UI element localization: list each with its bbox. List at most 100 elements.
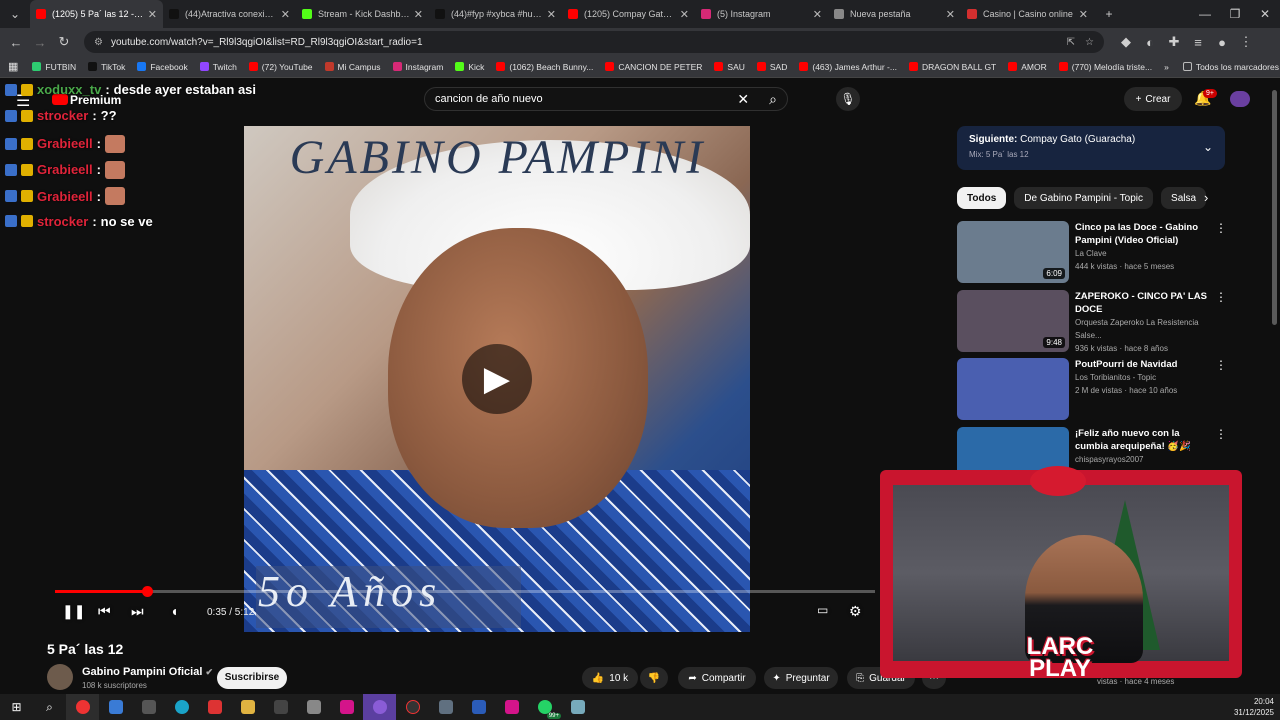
- profile-avatar[interactable]: ●: [1210, 35, 1234, 50]
- video-thumbnail[interactable]: [957, 358, 1069, 420]
- video-thumbnail[interactable]: 9:48: [957, 289, 1069, 352]
- tab-close-icon[interactable]: ✕: [547, 8, 556, 21]
- tab-3[interactable]: (44)#fyp #xybca #humor ✕: [429, 0, 562, 28]
- bookmark-item[interactable]: Twitch: [199, 62, 237, 72]
- video-title-link[interactable]: Cinco pa las Doce - Gabino Pampini (Vide…: [1075, 221, 1213, 247]
- app-4-taskbar-icon[interactable]: [330, 694, 363, 720]
- related-video[interactable]: PoutPourri de Navidad Los Toribianitos - …: [957, 358, 1227, 420]
- tab-1[interactable]: (44)Atractiva conexión en ✕: [163, 0, 296, 28]
- forward-icon[interactable]: →: [28, 35, 52, 50]
- filter-chip[interactable]: Salsa: [1161, 187, 1207, 209]
- new-tab-button[interactable]: +: [1094, 7, 1124, 21]
- bookmark-item[interactable]: (770) Melodía triste...: [1058, 62, 1152, 72]
- subtitles-icon[interactable]: ▭: [817, 603, 828, 617]
- tab-0[interactable]: (1205) 5 Pa´ las 12 - YouTube ✕: [30, 0, 163, 28]
- search-input[interactable]: cancion de año nuevo ✕ ⌕: [424, 87, 788, 111]
- all-bookmarks-folder[interactable]: Todos los marcadores: [1182, 62, 1279, 72]
- video-menu-icon[interactable]: ⋮: [1215, 221, 1227, 283]
- system-clock[interactable]: 20:04 31/12/2025: [1234, 696, 1274, 718]
- chevron-down-icon[interactable]: ⌄: [1203, 140, 1213, 154]
- big-play-icon[interactable]: ▶: [462, 344, 532, 414]
- close-window-icon[interactable]: ✕: [1250, 7, 1280, 21]
- chevron-right-icon[interactable]: ›: [1204, 190, 1208, 205]
- menu-icon[interactable]: ⋮: [1234, 34, 1258, 50]
- app-6-taskbar-icon[interactable]: [495, 694, 528, 720]
- previous-icon[interactable]: ⏮: [98, 603, 111, 620]
- start-button[interactable]: ⊞: [0, 694, 33, 720]
- tab-close-icon[interactable]: ✕: [680, 8, 689, 21]
- restore-icon[interactable]: ❐: [1220, 7, 1250, 21]
- bookmark-item[interactable]: (72) YouTube: [248, 62, 313, 72]
- app-2-taskbar-icon[interactable]: [264, 694, 297, 720]
- clear-search-icon[interactable]: ✕: [737, 91, 749, 108]
- bookmark-item[interactable]: Mi Campus: [324, 62, 381, 72]
- channel-name[interactable]: Gabino Pampini Oficial ✔: [82, 666, 213, 678]
- bookmark-item[interactable]: DRAGON BALL GT: [908, 62, 996, 72]
- minimize-icon[interactable]: —: [1190, 7, 1220, 21]
- bookmark-star-icon[interactable]: ☆: [1085, 37, 1094, 48]
- video-thumbnail[interactable]: 6:09: [957, 221, 1069, 283]
- like-button[interactable]: 👍 10 k: [582, 667, 638, 689]
- next-icon[interactable]: ⏭: [131, 603, 144, 620]
- more-bookmarks-icon[interactable]: »: [1164, 62, 1169, 72]
- video-title-link[interactable]: PoutPourri de Navidad: [1075, 358, 1213, 371]
- up-next-panel[interactable]: Siguiente: Compay Gato (Guaracha) Mix: 5…: [957, 126, 1225, 170]
- apps-grid-icon[interactable]: ▦: [8, 60, 18, 73]
- bookmark-item[interactable]: SAD: [756, 62, 787, 72]
- tab-5[interactable]: (5) Instagram ✕: [695, 0, 828, 28]
- progress-bar[interactable]: [55, 590, 875, 593]
- tab-close-icon[interactable]: ✕: [946, 8, 955, 21]
- tab-4[interactable]: (1205) Compay Gato (Gu ✕: [562, 0, 695, 28]
- bookmark-item[interactable]: Instagram: [392, 62, 443, 72]
- extension-2-icon[interactable]: ◐: [1138, 35, 1162, 50]
- related-video[interactable]: 6:09 Cinco pa las Doce - Gabino Pampini (…: [957, 221, 1227, 283]
- taskbar-search-icon[interactable]: ⌕: [33, 694, 66, 720]
- tab-close-icon[interactable]: ✕: [414, 8, 423, 21]
- reload-icon[interactable]: ↻: [52, 34, 76, 50]
- store-taskbar-icon[interactable]: [99, 694, 132, 720]
- bookmark-item[interactable]: Kick: [455, 62, 484, 72]
- bookmark-item[interactable]: (463) James Arthur -...: [799, 62, 897, 72]
- related-video[interactable]: 9:48 ZAPEROKO - CINCO PA' LAS DOCE Orquest…: [957, 289, 1227, 355]
- video-menu-icon[interactable]: ⋮: [1215, 358, 1227, 420]
- bookmark-item[interactable]: TikTok: [88, 62, 125, 72]
- tab-6[interactable]: Nueva pestaña ✕: [828, 0, 961, 28]
- voice-search-icon[interactable]: 🎙: [836, 87, 860, 111]
- address-bar[interactable]: ⚙ youtube.com/watch?v=_Rl9l3qgiOI&list=R…: [84, 31, 1104, 53]
- bookmark-item[interactable]: (1062) Beach Bunny...: [496, 62, 593, 72]
- settings-gear-icon[interactable]: ⚙: [849, 603, 862, 620]
- back-icon[interactable]: ←: [4, 35, 28, 50]
- tab-close-icon[interactable]: ✕: [281, 8, 290, 21]
- file-explorer-icon[interactable]: [231, 694, 264, 720]
- chrome-taskbar-icon[interactable]: [66, 694, 99, 720]
- extensions-puzzle-icon[interactable]: ✚: [1162, 34, 1186, 50]
- scrubber-handle[interactable]: [141, 586, 153, 597]
- page-scrollbar[interactable]: [1272, 90, 1277, 325]
- video-title-link[interactable]: ZAPEROKO - CINCO PA' LAS DOCE: [1075, 290, 1213, 316]
- filter-chip[interactable]: De Gabino Pampini - Topic: [1014, 187, 1154, 209]
- app-5-taskbar-icon[interactable]: [396, 694, 429, 720]
- tab-7[interactable]: Casino | Casino online ✕: [961, 0, 1094, 28]
- media-controls-icon[interactable]: ≡: [1186, 35, 1210, 50]
- tab-search-icon[interactable]: ⌄: [0, 7, 30, 21]
- media-taskbar-icon[interactable]: [198, 694, 231, 720]
- video-title-link[interactable]: ¡Feliz año nuevo con la cumbia arequipeñ…: [1075, 427, 1213, 453]
- install-icon[interactable]: ⇱: [1067, 37, 1075, 48]
- volume-icon[interactable]: ◖: [170, 603, 178, 619]
- tab-close-icon[interactable]: ✕: [813, 8, 822, 21]
- share-button[interactable]: ➦ Compartir: [678, 667, 756, 689]
- calculator-icon[interactable]: [429, 694, 462, 720]
- obs-taskbar-icon[interactable]: [363, 694, 396, 720]
- app-taskbar-icon[interactable]: [132, 694, 165, 720]
- bookmark-item[interactable]: Facebook: [137, 62, 188, 72]
- whatsapp-taskbar-icon[interactable]: 99+: [528, 694, 561, 720]
- bookmark-item[interactable]: AMOR: [1008, 62, 1047, 72]
- edge-taskbar-icon[interactable]: [165, 694, 198, 720]
- account-avatar[interactable]: [1230, 91, 1250, 107]
- dislike-button[interactable]: 👎: [640, 667, 668, 689]
- bookmark-item[interactable]: CANCION DE PETER: [605, 62, 702, 72]
- bookmark-item[interactable]: FUTBIN: [32, 62, 76, 72]
- tab-close-icon[interactable]: ✕: [148, 8, 157, 21]
- word-taskbar-icon[interactable]: [462, 694, 495, 720]
- channel-avatar[interactable]: [47, 664, 73, 690]
